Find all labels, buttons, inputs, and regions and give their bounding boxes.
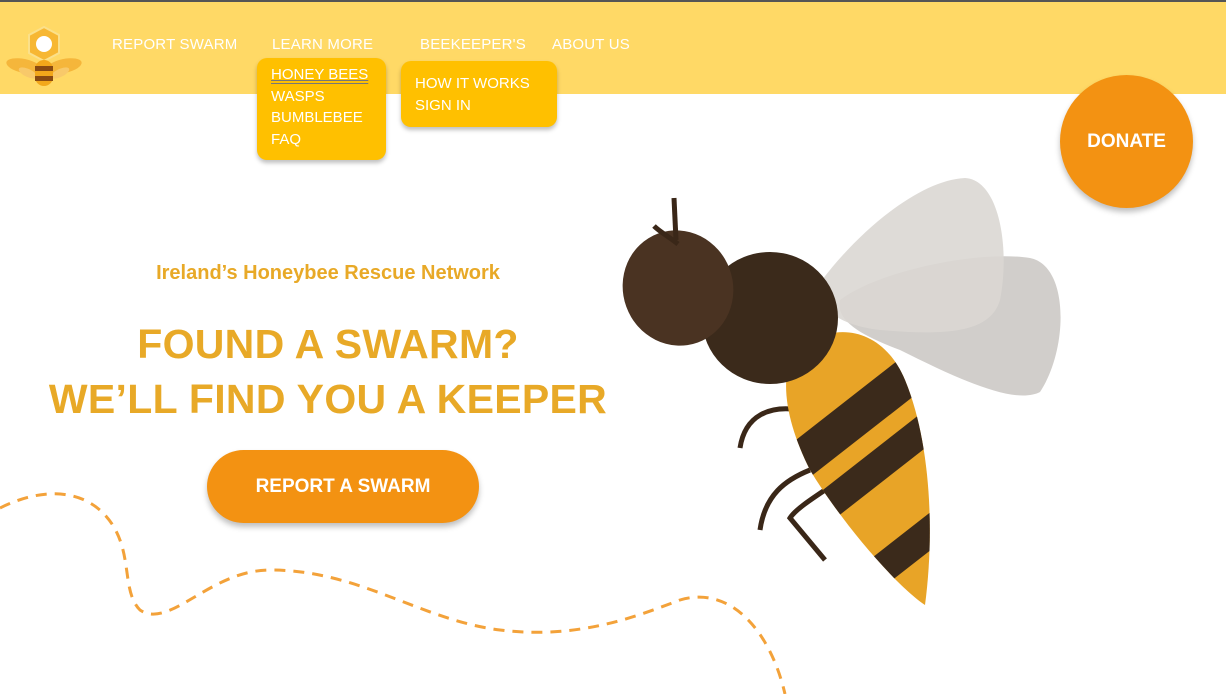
bee-illustration <box>622 178 1061 605</box>
